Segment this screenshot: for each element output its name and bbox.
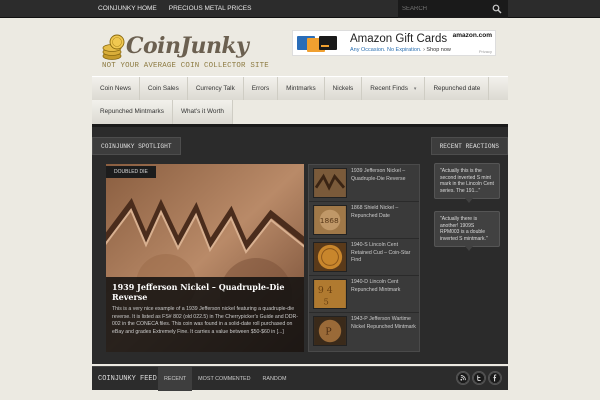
rss-icon[interactable] (456, 371, 470, 385)
spotlight-thumb[interactable]: P 1943-P Jefferson Wartime Nickel Repunc… (309, 313, 419, 350)
spotlight-thumb-title: 1940-D Lincoln Cent Repunched Mintmark (351, 279, 401, 293)
featured-title[interactable]: 1939 Jefferson Nickel – Quadruple-Die Re… (112, 282, 298, 302)
nav-item-coin-sales[interactable]: Coin Sales (140, 77, 188, 100)
search-box (398, 0, 508, 18)
spotlight-heading: CoinJunky Spotlight (92, 137, 181, 155)
coin-thumbnail: 9 45 (313, 279, 347, 309)
search-input[interactable] (402, 2, 490, 16)
top-bar: CoinJunky Home Precious Metal Prices (0, 0, 600, 18)
main-nav-row-2: Repunched Mintmarks What's it Worth (92, 100, 233, 124)
reaction-comment[interactable]: "Actually there is another! 1909S RPM003… (434, 211, 500, 251)
ad-subtitle-text: Any Occasion. No Expiration. (350, 47, 424, 53)
nav-item-recent-finds-label: Recent Finds (370, 85, 408, 92)
search-icon[interactable] (492, 4, 502, 14)
spotlight-thumb-title: 1943-P Jefferson Wartime Nickel Repunche… (351, 316, 416, 330)
ad-shop-now-link[interactable]: › Shop now (423, 47, 451, 53)
featured-caption: 1939 Jefferson Nickel – Quadruple-Die Re… (106, 277, 304, 352)
nav-item-coin-news[interactable]: Coin News (92, 77, 140, 100)
tab-recent[interactable]: Recent (158, 367, 193, 391)
main-nav-row-1: Coin News Coin Sales Currency Talk Error… (92, 76, 508, 100)
top-nav: CoinJunky Home Precious Metal Prices (92, 0, 257, 18)
featured-excerpt: This is a very nice example of a 1939 Je… (112, 306, 298, 335)
svg-text:P: P (325, 327, 331, 338)
nav-item-repunched-date[interactable]: Repunched date (425, 77, 490, 100)
coin-stack-icon (102, 34, 125, 60)
spotlight-thumb-title: 1868 Shield Nickel – Repunched Date (351, 205, 399, 219)
coin-thumbnail: 1868 (313, 205, 347, 235)
gift-cards-image (297, 36, 337, 52)
ad-subtitle: Any Occasion. No Expiration. › Shop now (350, 47, 451, 53)
spotlight-section: CoinJunky Spotlight Recent Reactions Dou… (92, 124, 508, 364)
reaction-comment[interactable]: "Actually this is the second inverted S … (434, 163, 500, 203)
svg-text:9 4: 9 4 (318, 285, 333, 296)
spotlight-thumb-list: 1939 Jefferson Nickel – Quadruple-Die Re… (308, 164, 420, 352)
nav-item-whats-it-worth[interactable]: What's it Worth (173, 100, 233, 124)
featured-post[interactable]: Doubled Die 1939 Jefferson Nickel – Quad… (106, 164, 304, 352)
nav-item-repunched-mintmarks[interactable]: Repunched Mintmarks (92, 100, 173, 124)
social-links (456, 371, 502, 385)
spotlight-thumb[interactable]: 1868 1868 Shield Nickel – Repunched Date (309, 202, 419, 239)
ad-title: Amazon Gift Cards (350, 33, 448, 45)
site-tagline: Not your average coin collector site (102, 62, 269, 70)
coin-thumbnail: P (313, 316, 347, 346)
spotlight-thumb[interactable]: 1940-S Lincoln Cent Retained Cud – Coin-… (309, 239, 419, 276)
coin-thumbnail (313, 168, 347, 198)
ad-privacy-link[interactable]: Privacy (479, 49, 492, 54)
top-nav-home-link[interactable]: CoinJunky Home (92, 0, 163, 18)
nav-item-currency-talk[interactable]: Currency Talk (188, 77, 244, 100)
reactions-heading: Recent Reactions (430, 137, 508, 155)
nav-item-mintmarks[interactable]: Mintmarks (278, 77, 325, 100)
coin-thumbnail (313, 242, 347, 272)
recent-reactions: "Actually this is the second inverted S … (430, 157, 502, 297)
spotlight-thumb[interactable]: 9 45 1940-D Lincoln Cent Repunched Mintm… (309, 276, 419, 313)
feed-tabs: Recent Most Commented Random (158, 367, 292, 391)
top-nav-metal-prices-link[interactable]: Precious Metal Prices (163, 0, 258, 18)
ad-brand: amazon.com (452, 32, 492, 39)
spotlight-thumb-title: 1939 Jefferson Nickel – Quadruple-Die Re… (351, 168, 406, 182)
category-badge[interactable]: Doubled Die (106, 166, 156, 178)
tab-random[interactable]: Random (256, 367, 292, 391)
svg-text:1868: 1868 (320, 216, 339, 225)
nav-item-nickels[interactable]: Nickels (325, 77, 363, 100)
main-nav: Coin News Coin Sales Currency Talk Error… (92, 76, 508, 124)
feed-heading: CoinJunky Feed (98, 375, 157, 383)
nav-item-errors[interactable]: Errors (244, 77, 279, 100)
twitter-icon[interactable] (472, 371, 486, 385)
logo-text: CoinJunky (126, 33, 249, 59)
chevron-down-icon: ▾ (413, 86, 417, 92)
spotlight-thumb-title: 1940-S Lincoln Cent Retained Cud – Coin-… (351, 242, 411, 263)
facebook-icon[interactable] (488, 371, 502, 385)
feed-bar: CoinJunky Feed Recent Most Commented Ran… (92, 366, 508, 391)
nav-item-recent-finds[interactable]: Recent Finds ▾ (362, 77, 426, 100)
amazon-ad-banner[interactable]: Amazon Gift Cards Any Occasion. No Expir… (292, 30, 496, 56)
spotlight-thumb[interactable]: 1939 Jefferson Nickel – Quadruple-Die Re… (309, 165, 419, 202)
svg-text:5: 5 (323, 296, 328, 306)
site-logo[interactable]: CoinJunky (102, 33, 249, 60)
tab-most-commented[interactable]: Most Commented (192, 367, 256, 391)
